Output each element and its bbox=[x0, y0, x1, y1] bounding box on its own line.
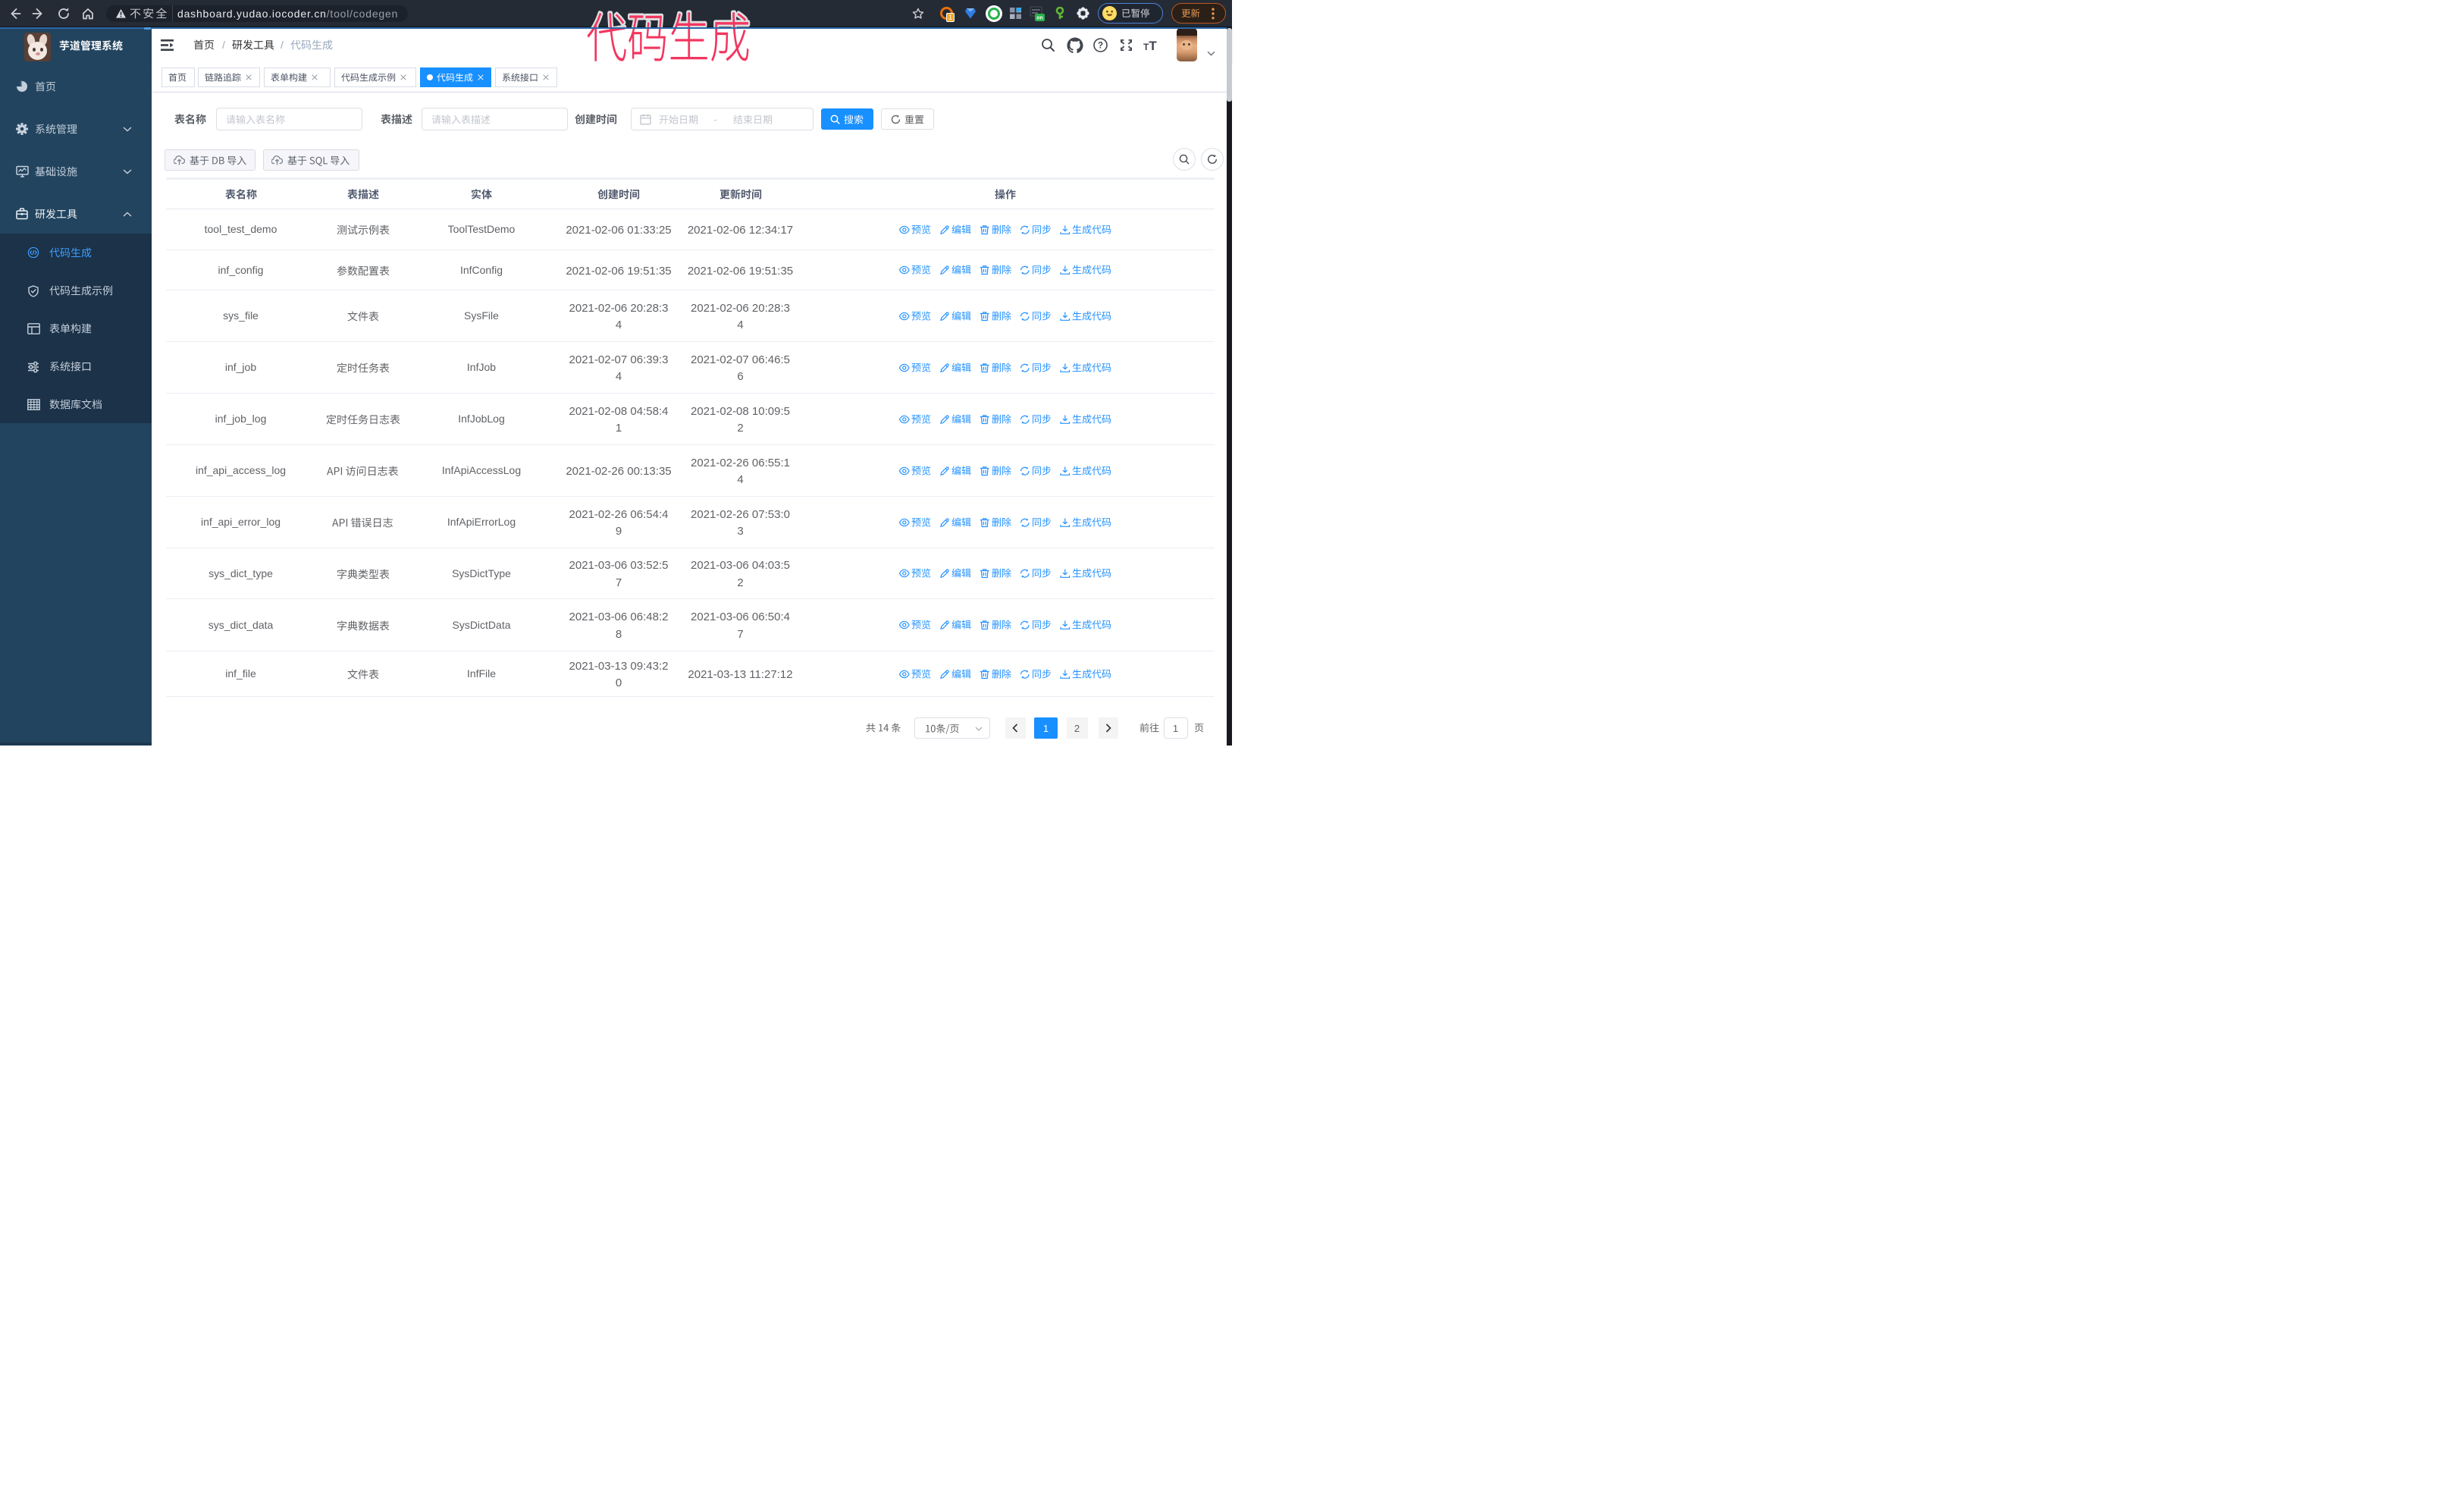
svg-text:?: ? bbox=[1098, 42, 1103, 51]
svg-text:on: on bbox=[1036, 16, 1043, 21]
